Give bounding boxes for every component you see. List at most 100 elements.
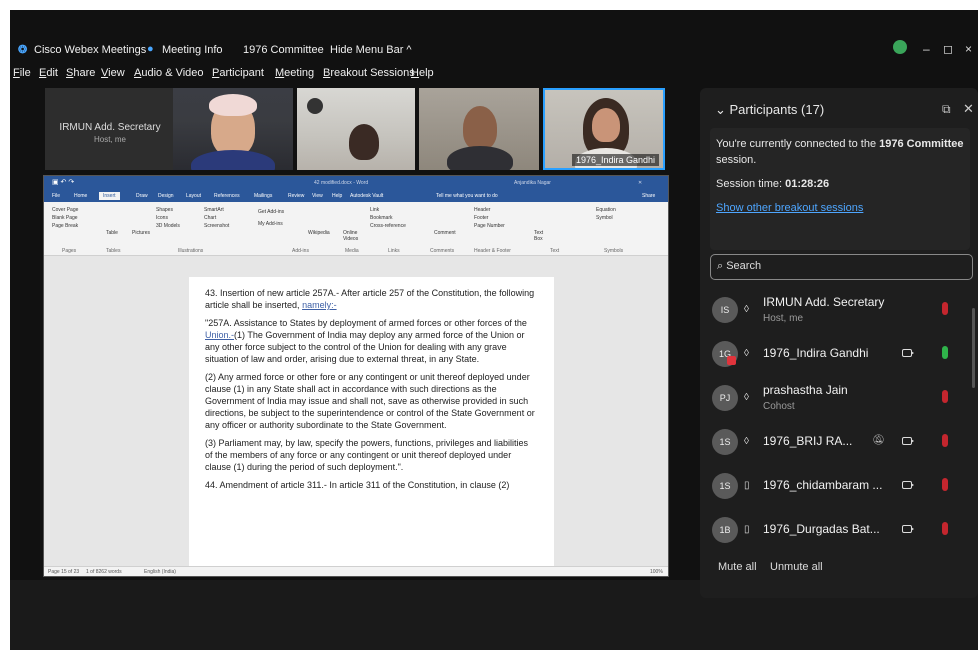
ribbon-item: Footer: [474, 215, 489, 221]
ribbon-item: Bookmark: [370, 215, 393, 221]
camera-icon: [902, 481, 914, 489]
video-tile[interactable]: [297, 88, 415, 170]
ribbon-wikipedia: Wikipedia: [308, 230, 330, 236]
host-name: IRMUN Add. Secretary: [59, 122, 161, 133]
title-bar: ❂ Cisco Webex Meetings ● Meeting Info 19…: [10, 10, 978, 58]
ribbon-item: Symbol: [596, 215, 613, 221]
video-tile-active-speaker[interactable]: 1976_Indira Gandhi: [543, 88, 665, 170]
ribbon-item: Link: [370, 207, 380, 213]
camera-icon: [902, 349, 914, 357]
show-other-breakout-sessions-link[interactable]: Show other breakout sessions: [716, 200, 964, 216]
video-tile-host[interactable]: IRMUN Add. Secretary Host, me: [45, 88, 175, 170]
word-share: Share: [642, 193, 656, 199]
doc-paragraph: (2) Any armed force or other fore or any…: [205, 372, 535, 430]
mic-on-icon[interactable]: [942, 346, 948, 359]
mic-muted-icon[interactable]: [942, 522, 948, 535]
ribbon-item: Shapes: [156, 207, 173, 213]
unmute-all-button[interactable]: Unmute all: [770, 561, 823, 573]
ribbon-group-label: Comments: [430, 248, 455, 254]
user-avatar[interactable]: [893, 40, 907, 54]
ribbon-item: Page Number: [474, 223, 505, 229]
ribbon-item: 3D Models: [156, 223, 180, 229]
menu-edit[interactable]: Edit: [39, 67, 58, 79]
menu-breakout-sessions[interactable]: Breakout Sessions: [323, 67, 415, 79]
menu-view[interactable]: View: [101, 67, 125, 79]
word-title-bar: ▣ ↶ ↷ 42 modified.docx - Word Anjandika …: [44, 176, 668, 190]
participant-role: Host, me: [763, 313, 804, 324]
meeting-name: 1976 Committee: [243, 44, 324, 56]
avatar: IS: [712, 297, 738, 323]
panel-scrollbar[interactable]: [972, 308, 975, 388]
recording-icon: [727, 356, 736, 365]
word-tell-me: Tell me what you want to do: [436, 193, 498, 199]
document-text: 43. Insertion of new article 257A.- Afte…: [205, 287, 535, 497]
close-icon[interactable]: ×: [965, 42, 972, 56]
participant-name: 1976_Durgadas Bat...: [763, 522, 880, 536]
meeting-info-button[interactable]: Meeting Info: [162, 44, 223, 56]
mic-muted-icon[interactable]: [942, 302, 948, 315]
participant-video: [349, 124, 379, 160]
participant-row[interactable]: IS ◊ IRMUN Add. Secretary Host, me: [712, 293, 967, 329]
video-tile[interactable]: [173, 88, 293, 170]
word-tab: Mailings: [254, 193, 273, 199]
active-speaker-label: 1976_Indira Gandhi: [571, 154, 659, 166]
menu-audio-video[interactable]: Audio & Video: [134, 67, 204, 79]
info-icon[interactable]: ●: [147, 43, 154, 55]
word-page: 43. Insertion of new article 257A.- Afte…: [189, 277, 554, 568]
connected-message: You're currently connected to the 1976 C…: [716, 136, 964, 168]
audio-connected-icon: ◊: [744, 348, 749, 359]
device-icon: ▯: [744, 480, 750, 491]
menu-file[interactable]: File: [13, 67, 31, 79]
minimize-icon[interactable]: –: [923, 42, 930, 56]
word-user: Anjandika Nagar: [514, 180, 551, 186]
webex-window: ❂ Cisco Webex Meetings ● Meeting Info 19…: [10, 10, 978, 650]
close-panel-icon[interactable]: ✕: [963, 101, 974, 117]
participant-name: 1976_Indira Gandhi: [763, 346, 869, 360]
word-tab: Draw: [136, 193, 148, 199]
menu-meeting[interactable]: Meeting: [275, 67, 314, 79]
shared-screen-word: ▣ ↶ ↷ 42 modified.docx - Word Anjandika …: [43, 175, 669, 577]
ribbon-item: Screenshot: [204, 223, 230, 229]
word-save-icon: ▣ ↶ ↷: [52, 179, 75, 186]
webex-logo-icon: ❂: [18, 44, 28, 56]
participant-row[interactable]: 1G ◊ 1976_Indira Gandhi: [712, 337, 967, 373]
participant-row[interactable]: 1S ▯ 1976_chidambaram ...: [712, 469, 967, 505]
word-ribbon-tabs: File Home Insert Draw Design Layout Refe…: [44, 190, 668, 202]
participants-title[interactable]: ⌄ Participants (17): [715, 102, 824, 118]
participant-search-input[interactable]: ⌕ Search: [710, 254, 973, 280]
mute-all-button[interactable]: Mute all: [718, 561, 757, 573]
video-tile[interactable]: [419, 88, 539, 170]
word-tab: References: [214, 193, 240, 199]
restore-icon[interactable]: ◻: [943, 42, 953, 56]
participant-row[interactable]: PJ ◊ prashastha Jain Cohost: [712, 381, 967, 417]
participant-row[interactable]: 1B ▯ 1976_Durgadas Bat...: [712, 513, 967, 549]
audio-connected-icon: ◊: [744, 436, 749, 447]
ribbon-item: My Add-ins: [258, 221, 283, 227]
popout-icon[interactable]: ⧉: [942, 102, 951, 117]
ribbon-group-label: Pages: [62, 248, 77, 254]
audio-connected-icon: ◊: [744, 304, 749, 315]
chevron-down-icon[interactable]: ⌄: [715, 102, 730, 117]
participant-row[interactable]: 1S ◊ 1976_BRIJ RA... 🔕︎: [712, 425, 967, 461]
ribbon-addins: Get Add-ins My Add-ins: [258, 206, 284, 230]
menu-help[interactable]: Help: [411, 67, 434, 79]
webcam-icon: [307, 98, 323, 114]
participants-count: Participants (17): [729, 102, 825, 117]
mic-muted-icon[interactable]: [942, 478, 948, 491]
word-tab: Help: [332, 193, 343, 199]
word-tab: Layout: [186, 193, 202, 199]
ribbon-item: Page Break: [52, 223, 79, 229]
menu-share[interactable]: Share: [66, 67, 95, 79]
doc-text-run: (1) The Government of India may deploy a…: [205, 330, 525, 364]
session-time-value: 01:28:26: [785, 178, 830, 190]
menu-participant[interactable]: Participant: [212, 67, 264, 79]
avatar: 1B: [712, 517, 738, 543]
doc-link: Union.-: [205, 330, 235, 340]
session-time: Session time: 01:28:26: [716, 176, 964, 192]
ribbon-group-label: Add-ins: [292, 248, 309, 254]
hide-menu-bar-button[interactable]: Hide Menu Bar ^: [330, 44, 412, 56]
avatar: 1S: [712, 429, 738, 455]
mic-muted-icon[interactable]: [942, 434, 948, 447]
mic-muted-icon[interactable]: [942, 390, 948, 403]
doc-text-run: 43. Insertion of new article 257A.- Afte…: [205, 288, 535, 310]
